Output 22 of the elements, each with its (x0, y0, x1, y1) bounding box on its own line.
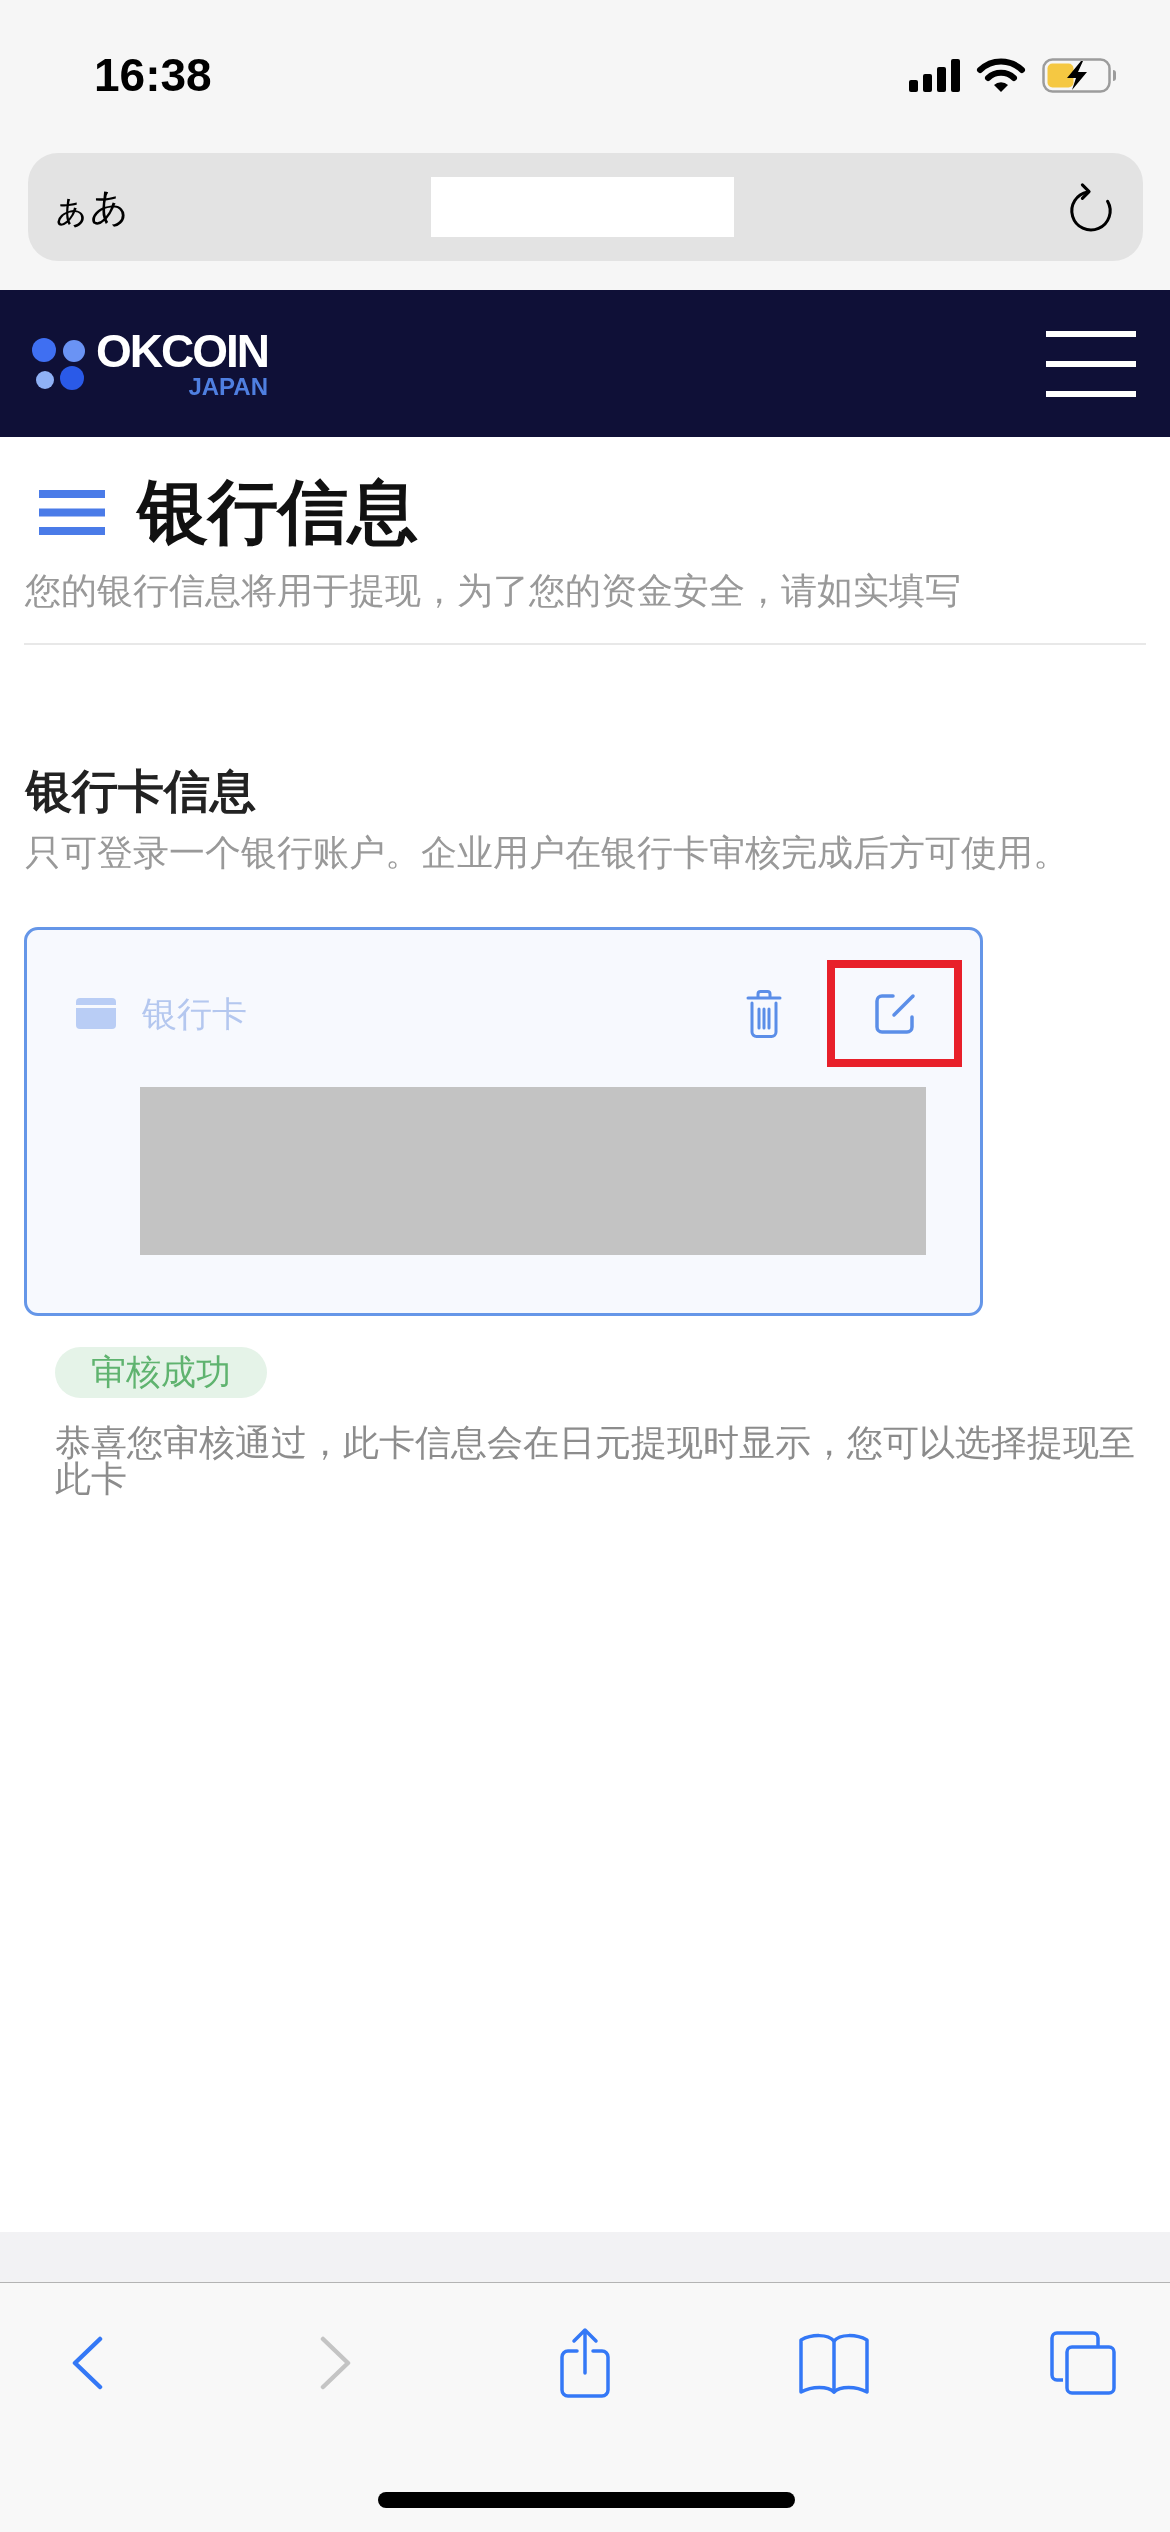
overlapping-squares-icon[interactable] (1048, 2329, 1118, 2397)
credit-card-icon (76, 998, 116, 1029)
pencil-square-icon[interactable] (873, 992, 916, 1035)
wifi-icon (976, 58, 1026, 92)
logo-subtitle: JAPAN (188, 375, 268, 399)
menu-icon[interactable] (1046, 330, 1136, 397)
chevron-left-icon[interactable] (71, 2336, 103, 2390)
signal-icon (909, 58, 960, 92)
address-bar[interactable]: ぁあ (28, 153, 1143, 261)
trash-icon[interactable] (746, 989, 782, 1038)
book-icon[interactable] (798, 2331, 870, 2395)
page-title: 银行信息 (138, 470, 418, 554)
page-subtitle: 您的银行信息将用于提现，为了您的资金安全，请如实填写 (25, 569, 961, 613)
status-time: 16:38 (94, 52, 212, 98)
card-label: 银行卡 (142, 992, 247, 1036)
battery-charging-icon (1042, 57, 1117, 93)
status-message: 恭喜您审核通过，此卡信息会在日元提现时显示，您可以选择提现至此卡 (55, 1425, 1136, 1497)
section-title: 银行卡信息 (26, 763, 256, 819)
logo-wordmark: OKCOIN (96, 328, 268, 374)
section-subtitle: 只可登录一个银行账户。企业用户在银行卡审核完成后方可使用。 (25, 831, 1069, 875)
text-size-button[interactable]: ぁあ (51, 183, 129, 231)
status-badge: 审核成功 (55, 1347, 267, 1398)
